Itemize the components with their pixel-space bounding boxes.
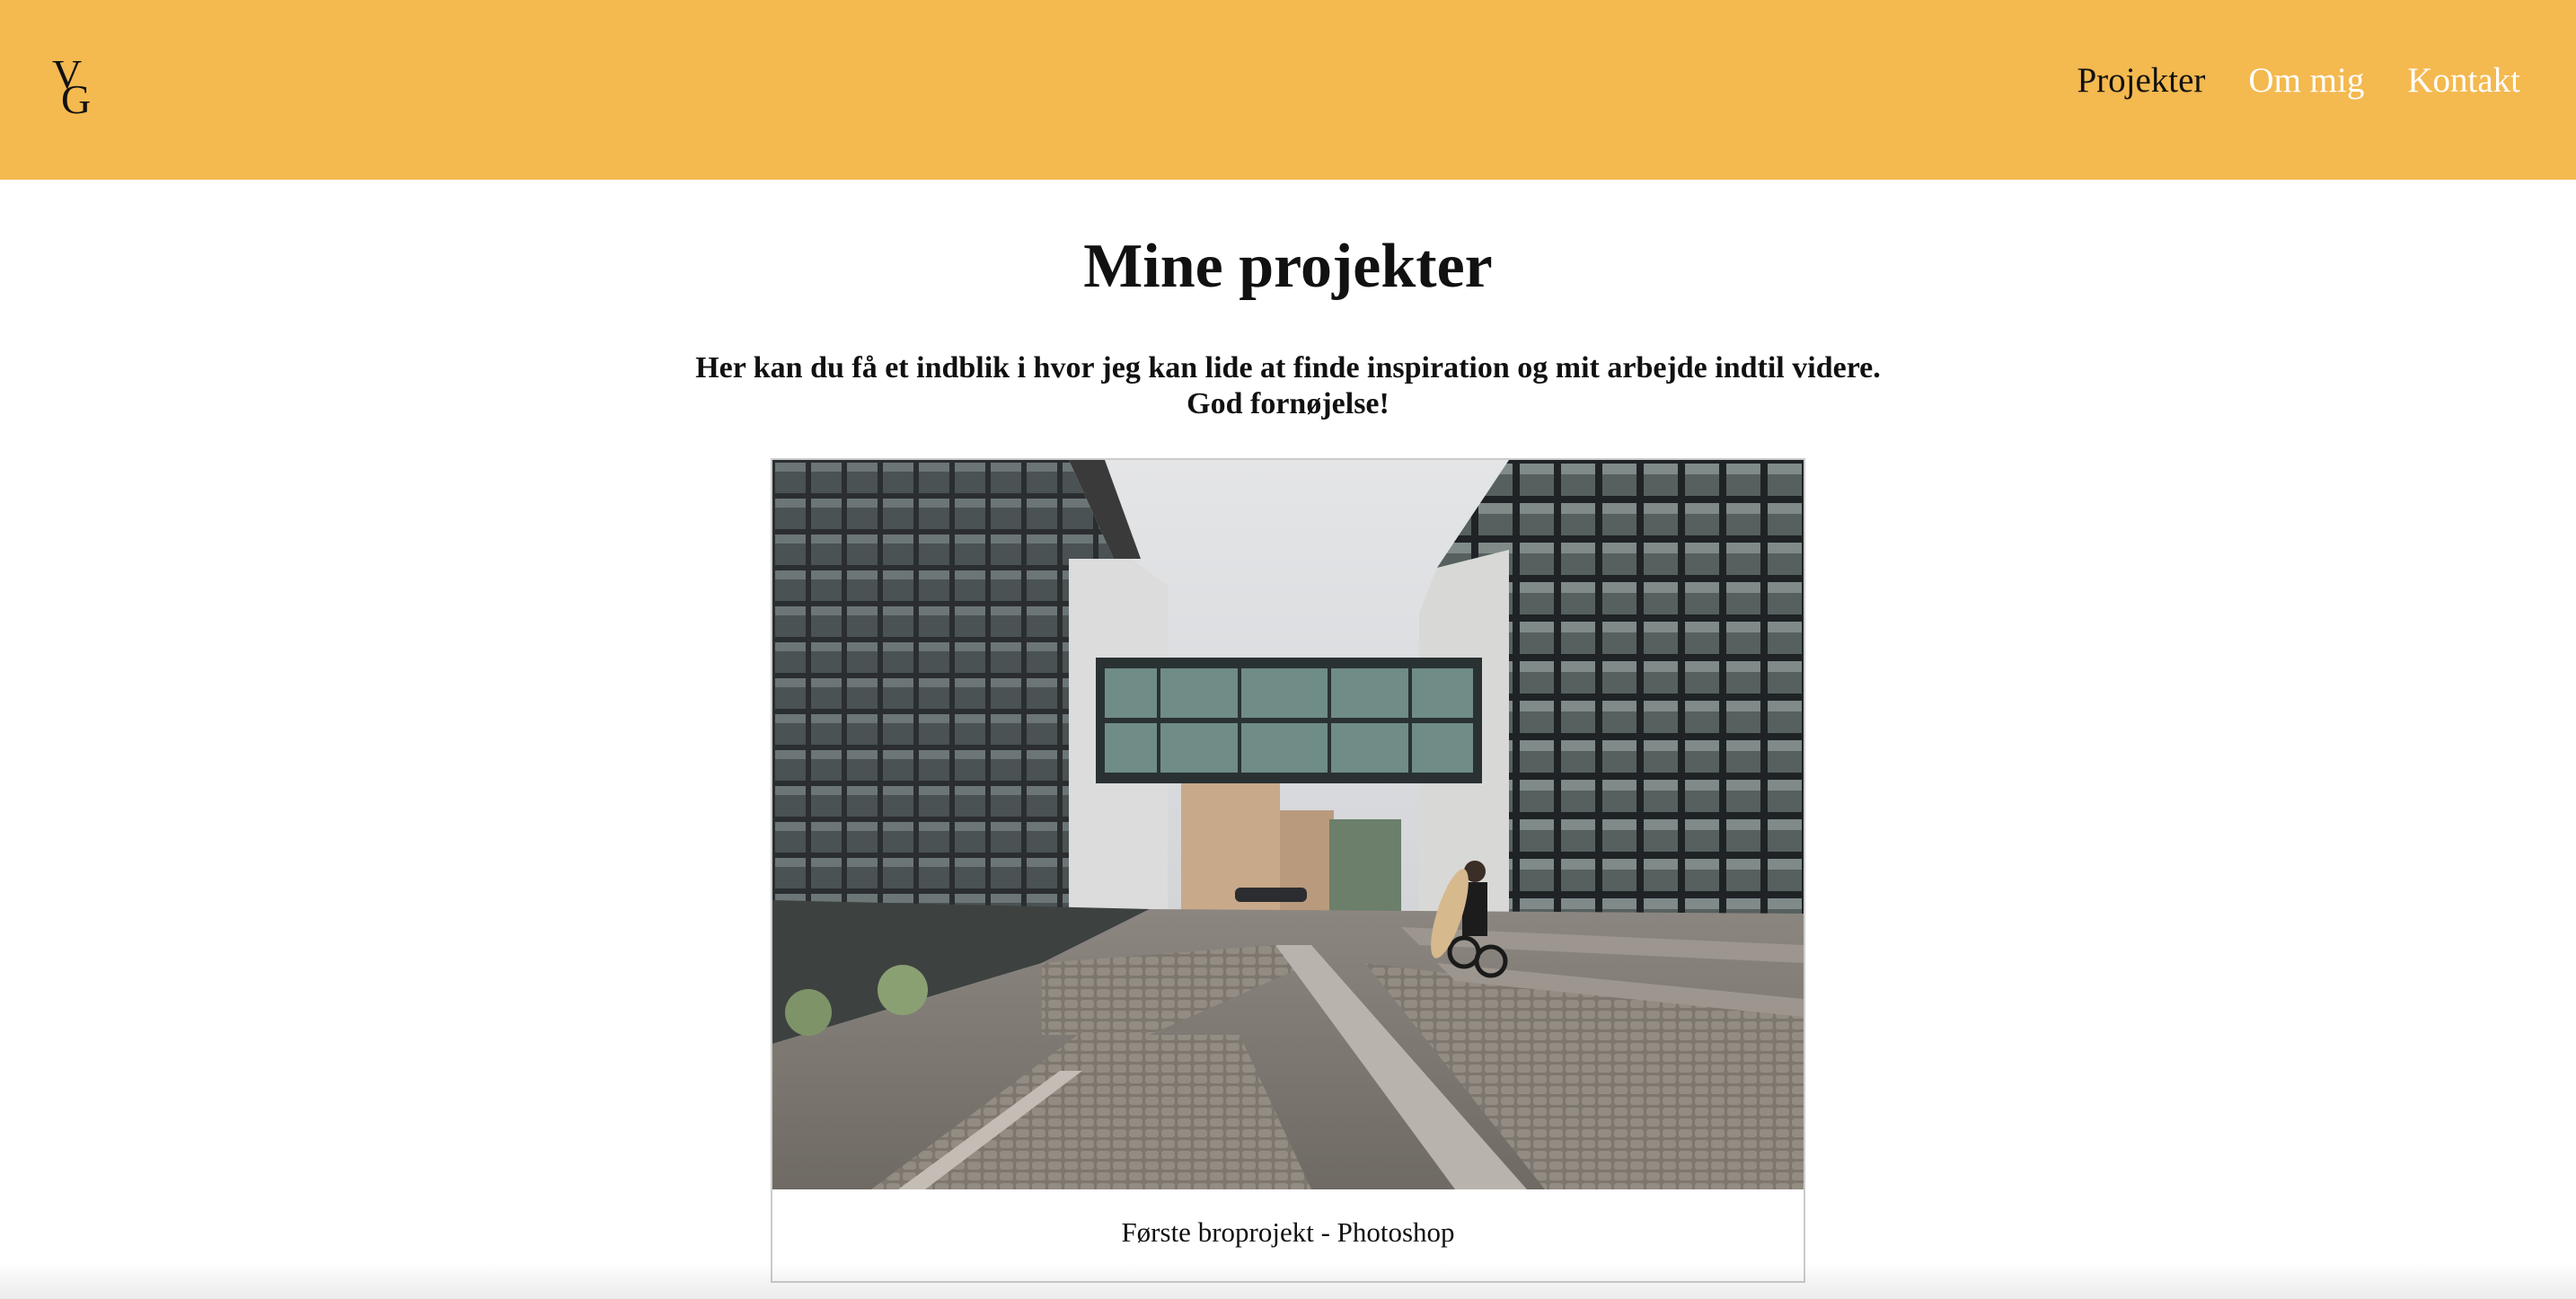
vg-monogram-logo[interactable]: V G	[52, 52, 99, 119]
nav-link-kontakt[interactable]: Kontakt	[2407, 56, 2520, 106]
intro-line-2: God fornøjelse!	[1187, 387, 1389, 420]
site-header: V G Projekter Om mig Kontakt	[0, 0, 2576, 180]
project-photo	[772, 460, 1804, 1189]
page-title: Mine projekter	[1083, 232, 1493, 301]
nav-link-projekter[interactable]: Projekter	[2077, 56, 2205, 106]
main-nav: Projekter Om mig Kontakt	[2077, 56, 2520, 106]
intro-line-1: Her kan du få et indblik i hvor jeg kan …	[695, 351, 1881, 384]
nav-link-om-mig[interactable]: Om mig	[2248, 56, 2364, 106]
intro-text: Her kan du få et indblik i hvor jeg kan …	[0, 350, 2576, 422]
project-card[interactable]: Første broprojekt - Photoshop	[771, 458, 1805, 1283]
svg-text:G: G	[61, 76, 91, 119]
project-caption: Første broprojekt - Photoshop	[1121, 1216, 1455, 1248]
